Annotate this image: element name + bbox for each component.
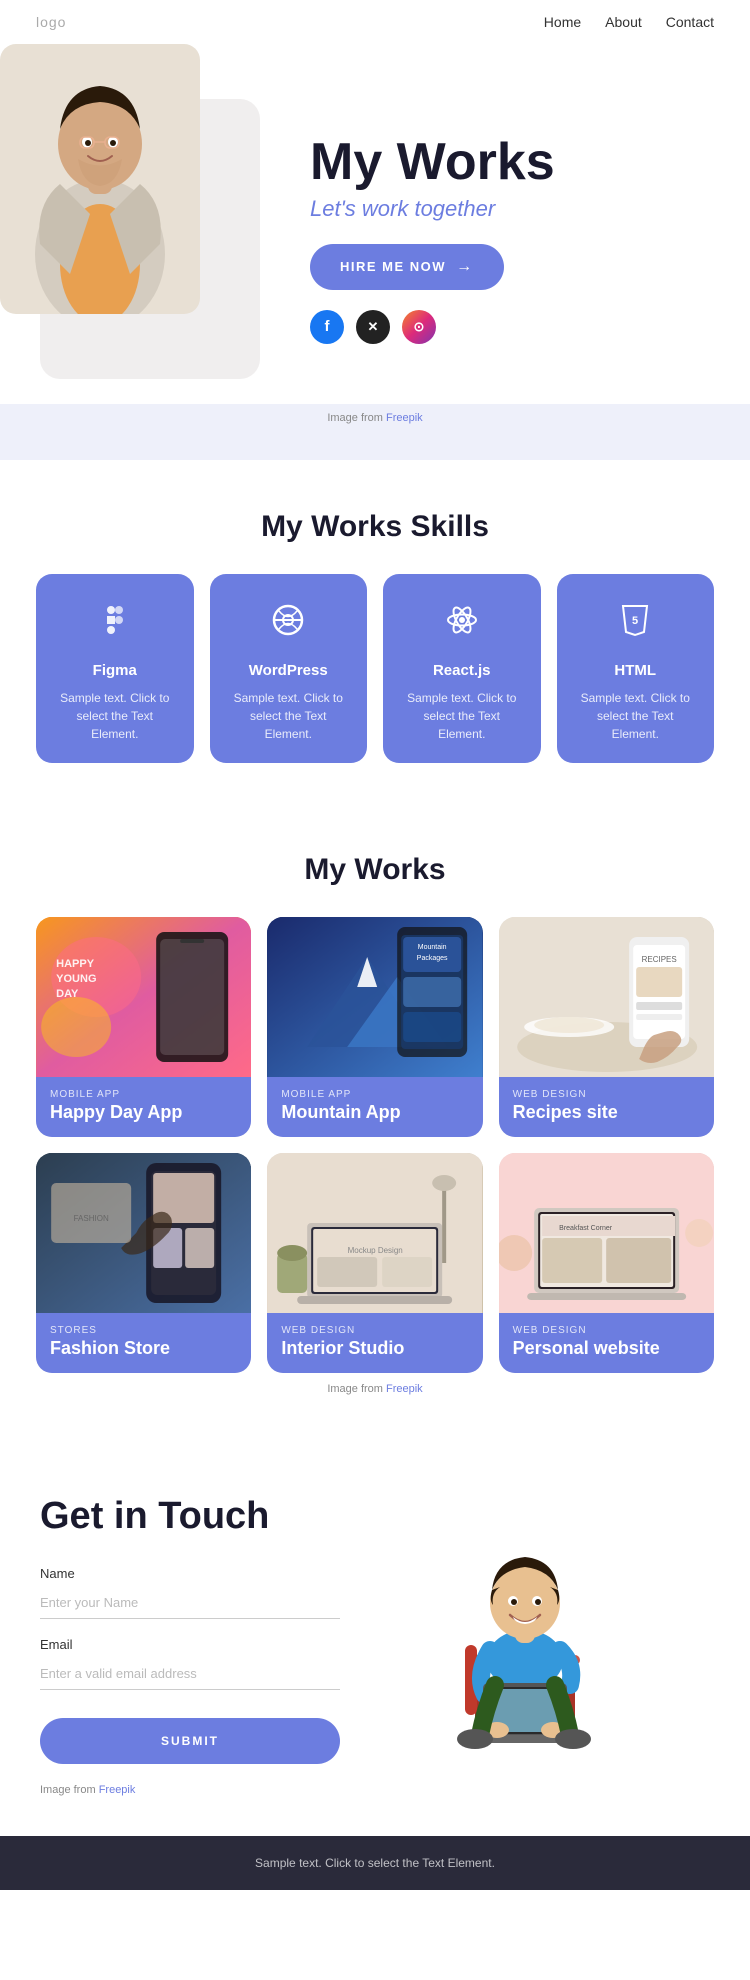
happy-day-image: HAPPY YOUNG DAY xyxy=(36,917,251,1077)
works-grid: HAPPY YOUNG DAY MOBILE APP Happy Day App xyxy=(36,917,714,1373)
html-label: HTML xyxy=(614,662,656,679)
name-label: Name xyxy=(40,1566,340,1581)
nav-about[interactable]: About xyxy=(605,14,642,30)
svg-text:YOUNG: YOUNG xyxy=(56,973,96,985)
work-card-mountain[interactable]: Mountain Packages MOBILE APP Mountain Ap… xyxy=(267,917,482,1137)
hero-image-credit: Image from Freepik xyxy=(0,404,750,430)
skill-card-html: 5 HTML Sample text. Click to select the … xyxy=(557,574,715,763)
happy-day-overlay: MOBILE APP Happy Day App xyxy=(36,1077,251,1137)
work-card-fashion[interactable]: FASHION STORES Fashion Store xyxy=(36,1153,251,1373)
skills-title: My Works Skills xyxy=(36,510,714,544)
react-icon xyxy=(444,602,480,646)
contact-section: Get in Touch Name Email SUBMIT Image fro… xyxy=(0,1435,750,1836)
hero-subtitle: Let's work together xyxy=(310,196,555,222)
nav-logo: logo xyxy=(36,14,66,30)
skill-card-figma: Figma Sample text. Click to select the T… xyxy=(36,574,194,763)
skills-grid: Figma Sample text. Click to select the T… xyxy=(36,574,714,763)
mountain-overlay: MOBILE APP Mountain App xyxy=(267,1077,482,1137)
recipes-image: RECIPES xyxy=(499,917,714,1077)
wordpress-label: WordPress xyxy=(249,662,328,679)
mountain-image: Mountain Packages xyxy=(267,917,482,1077)
contact-form-area: Get in Touch Name Email SUBMIT Image fro… xyxy=(40,1495,340,1796)
arrow-icon: → xyxy=(456,258,474,276)
work-card-recipes[interactable]: RECIPES WEB DESIGN Recipes site xyxy=(499,917,714,1137)
contact-illustration xyxy=(340,1495,710,1755)
email-input[interactable] xyxy=(40,1658,340,1690)
react-label: React.js xyxy=(433,662,491,679)
contact-image-credit: Image from Freepik xyxy=(40,1784,340,1796)
nav-links: Home About Contact xyxy=(544,14,714,30)
svg-text:HAPPY: HAPPY xyxy=(56,958,95,970)
figma-label: Figma xyxy=(93,662,137,679)
works-image-credit: Image from Freepik xyxy=(36,1383,714,1395)
nav-contact[interactable]: Contact xyxy=(666,14,714,30)
wordpress-icon xyxy=(270,602,306,646)
personal-image: Breakfast Corner xyxy=(499,1153,714,1313)
hire-me-button[interactable]: HIRE ME NOW → xyxy=(310,244,504,290)
work-card-happy-day[interactable]: HAPPY YOUNG DAY MOBILE APP Happy Day App xyxy=(36,917,251,1137)
figma-desc: Sample text. Click to select the Text El… xyxy=(52,689,178,743)
social-icons: f ✕ ⊙ xyxy=(310,310,555,344)
svg-text:Mountain: Mountain xyxy=(418,944,447,951)
html-icon: 5 xyxy=(617,602,653,646)
skill-card-wordpress: WordPress Sample text. Click to select t… xyxy=(210,574,368,763)
email-label: Email xyxy=(40,1637,340,1652)
facebook-icon[interactable]: f xyxy=(310,310,344,344)
email-field-group: Email xyxy=(40,1637,340,1690)
svg-text:Breakfast Corner: Breakfast Corner xyxy=(559,1225,613,1232)
footer: Sample text. Click to select the Text El… xyxy=(0,1836,750,1890)
navbar: logo Home About Contact xyxy=(0,0,750,44)
work-card-interior[interactable]: Mockup Design WEB DESIGN Interior Studio xyxy=(267,1153,482,1373)
work-card-personal[interactable]: Breakfast Corner WEB DESIGN Personal web… xyxy=(499,1153,714,1373)
interior-image: Mockup Design xyxy=(267,1153,482,1313)
svg-text:DAY: DAY xyxy=(56,988,79,1000)
recipes-overlay: WEB DESIGN Recipes site xyxy=(499,1077,714,1137)
svg-text:5: 5 xyxy=(632,615,638,627)
hero-title: My Works xyxy=(310,134,555,191)
svg-text:Mockup Design: Mockup Design xyxy=(348,1246,403,1255)
twitter-x-icon[interactable]: ✕ xyxy=(356,310,390,344)
submit-button[interactable]: SUBMIT xyxy=(40,1718,340,1764)
figma-icon xyxy=(97,602,133,646)
person-3d-illustration xyxy=(425,1515,625,1755)
works-title: My Works xyxy=(36,853,714,887)
contact-title: Get in Touch xyxy=(40,1495,340,1538)
nav-home[interactable]: Home xyxy=(544,14,581,30)
wordpress-desc: Sample text. Click to select the Text El… xyxy=(226,689,352,743)
fashion-image: FASHION xyxy=(36,1153,251,1313)
works-section: My Works xyxy=(0,803,750,1435)
footer-text: Sample text. Click to select the Text El… xyxy=(255,1856,495,1870)
svg-text:Packages: Packages xyxy=(417,955,448,962)
react-desc: Sample text. Click to select the Text El… xyxy=(399,689,525,743)
skills-section: My Works Skills Figma Sample text. Click… xyxy=(0,460,750,803)
instagram-icon[interactable]: ⊙ xyxy=(402,310,436,344)
html-desc: Sample text. Click to select the Text El… xyxy=(573,689,699,743)
svg-text:FASHION: FASHION xyxy=(74,1214,109,1223)
personal-overlay: WEB DESIGN Personal website xyxy=(499,1313,714,1373)
name-input[interactable] xyxy=(40,1587,340,1619)
fashion-overlay: STORES Fashion Store xyxy=(36,1313,251,1373)
hero-section: My Works Let's work together HIRE ME NOW… xyxy=(0,44,750,404)
hero-text: My Works Let's work together HIRE ME NOW… xyxy=(260,134,555,343)
name-field-group: Name xyxy=(40,1566,340,1619)
hero-image xyxy=(40,99,260,379)
interior-overlay: WEB DESIGN Interior Studio xyxy=(267,1313,482,1373)
hero-person-svg xyxy=(40,99,200,314)
skill-card-react: React.js Sample text. Click to select th… xyxy=(383,574,541,763)
svg-text:RECIPES: RECIPES xyxy=(641,955,676,964)
